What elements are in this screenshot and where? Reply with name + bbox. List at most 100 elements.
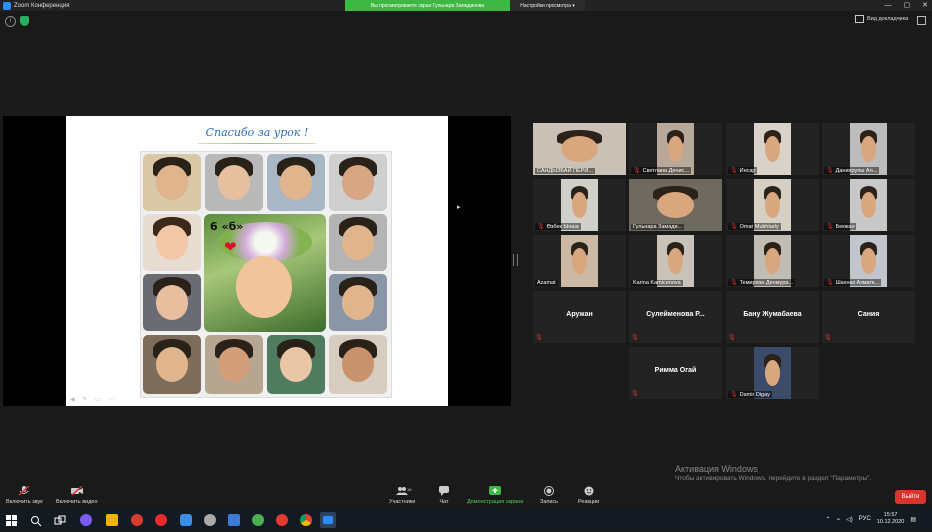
view-options-button[interactable]: Настройки просмотра ▾ (510, 0, 585, 11)
info-icon[interactable]: i (5, 16, 16, 27)
app-icon[interactable] (228, 514, 240, 526)
participant-video (754, 123, 791, 175)
view-options-label: Настройки просмотра (520, 2, 571, 9)
participant-name: Azamat (535, 280, 558, 286)
participant-name-text: Бекжан (835, 223, 855, 230)
heart-icon: ❤ (224, 239, 237, 256)
participant-tile[interactable]: Сания 🎙 (822, 291, 915, 343)
shield-icon[interactable] (20, 16, 29, 26)
unmute-button[interactable]: Включить звук (6, 485, 43, 505)
reactions-button[interactable]: Реакции (578, 486, 599, 505)
participant-name: 🎙 Даниярулы Ал... (824, 167, 880, 174)
chrome-icon[interactable] (300, 514, 312, 526)
muted-mic-icon: 🎙 (730, 280, 738, 286)
reactions-label: Реакции (578, 499, 600, 505)
start-video-label: Включить видео (56, 499, 98, 505)
student-photo (329, 274, 387, 331)
participant-name: 🎙 Damir Digay (728, 391, 772, 398)
activation-title: Активация Windows (675, 464, 758, 474)
speaker-view-button[interactable]: Вид докладчика (855, 15, 908, 23)
settings-icon[interactable] (204, 514, 216, 526)
app-icon[interactable] (80, 514, 92, 526)
chevron-up-icon[interactable]: ⌃ (826, 516, 831, 523)
app-icon[interactable] (106, 514, 118, 526)
windows-start-icon[interactable] (6, 514, 18, 526)
opera-icon[interactable] (276, 514, 288, 526)
student-photo (329, 214, 387, 271)
zoom-taskbar-icon[interactable] (320, 512, 336, 528)
student-photo (329, 154, 387, 211)
participant-tile[interactable]: Сулейменова Р... 🎙 (629, 291, 722, 343)
cursor-icon: ▸ (457, 204, 461, 211)
student-photo (143, 154, 201, 211)
video-off-icon (70, 485, 83, 496)
muted-mic-icon: 🎙 (730, 224, 738, 230)
participant-tile[interactable]: Аружан 🎙 (533, 291, 626, 343)
participant-tile[interactable]: САНДЫЗБАЙ ПЕРИ... (533, 123, 626, 175)
participant-name-text: Шахназ Азматк... (835, 279, 879, 286)
activation-subtitle: Чтобы активировать Windows, перейдите в … (675, 475, 872, 482)
participant-tile[interactable]: 🎙 Damir Digay (726, 347, 819, 399)
title-underline (198, 143, 316, 144)
chat-button[interactable]: Чат (438, 486, 450, 505)
participant-name: САНДЫЗБАЙ ПЕРИ... (535, 168, 595, 174)
participants-button[interactable]: 18 Участники (389, 486, 415, 505)
student-photo (205, 154, 263, 211)
participant-name: 🎙 Бекжан (824, 223, 857, 230)
muted-mic-icon: 🎙 (631, 335, 639, 341)
slide-title: Спасибо за урок ! (205, 126, 309, 139)
presentation-slide: Спасибо за урок ! 6 «б» ❤ ◀ ✎ ▭ ⋯ (66, 116, 448, 406)
volume-icon[interactable]: ◁) (846, 516, 853, 523)
participant-name-text: Karina Kamicenova (633, 280, 681, 286)
search-icon[interactable] (30, 514, 42, 527)
muted-mic-icon: 🎙 (631, 391, 639, 397)
share-screen-label: Демонстрация экрана (467, 499, 524, 505)
clock[interactable]: 15:57 10.12.2020 (877, 512, 905, 526)
yandex-icon[interactable] (155, 514, 167, 526)
leave-button[interactable]: Выйти (895, 490, 926, 504)
participant-tile[interactable]: Бану Жумабаева 🎙 (726, 291, 819, 343)
participant-tile[interactable]: Римма Огай 🎙 (629, 347, 722, 399)
fullscreen-icon[interactable] (917, 16, 926, 25)
participant-tile[interactable]: 🎙 Omar Mukhtarly (726, 179, 819, 231)
minimize-button[interactable]: — (885, 0, 892, 11)
maximize-button[interactable]: ▢ (904, 0, 911, 11)
app-icon[interactable] (131, 514, 143, 526)
reactions-icon (583, 486, 595, 496)
participant-tile[interactable]: 🎙 Даниярулы Ал... (822, 123, 915, 175)
participant-tile[interactable]: 🎙 Өзбек Ынша (533, 179, 626, 231)
participant-tile[interactable]: Гульнара Замади... (629, 179, 722, 231)
participant-tile[interactable]: Karina Kamicenova (629, 235, 722, 287)
close-button[interactable]: ✕ (922, 0, 928, 11)
participants-icon: 18 (396, 486, 412, 496)
windows-taskbar: ⌃ ⌁ ◁) РУС 15:57 10.12.2020 ▤ (0, 510, 932, 530)
slide-nav-controls[interactable]: ◀ ✎ ▭ ⋯ (70, 396, 117, 403)
start-video-button[interactable]: Включить видео (56, 485, 98, 505)
participant-tile[interactable]: Azamat (533, 235, 626, 287)
muted-mic-icon: 🎙 (826, 224, 834, 230)
app-icon[interactable] (180, 514, 192, 526)
app-icon[interactable] (252, 514, 264, 526)
language-indicator[interactable]: РУС (859, 516, 871, 522)
class-label: 6 «б» (210, 220, 244, 233)
participant-tile[interactable]: 🎙 Шахназ Азматк... (822, 235, 915, 287)
participant-tile[interactable]: 🎙 Бекжан (822, 179, 915, 231)
muted-mic-icon: 🎙 (537, 224, 545, 230)
participant-tile[interactable]: 🎙 Светлана Денис... (629, 123, 722, 175)
window-title: Zoom Конференция (14, 2, 70, 9)
network-icon[interactable]: ⌁ (837, 516, 841, 523)
task-view-icon[interactable] (54, 514, 66, 526)
participant-tile[interactable]: 🎙 Темирхан Денмура... (726, 235, 819, 287)
record-button[interactable]: Запись (540, 486, 558, 505)
participants-count: 18 (407, 487, 412, 492)
panel-splitter[interactable] (513, 254, 518, 266)
share-screen-button[interactable]: Демонстрация экрана (467, 486, 523, 505)
participant-name-text: Сания (857, 311, 880, 318)
notifications-icon[interactable]: ▤ (910, 516, 916, 523)
share-screen-icon (489, 486, 502, 496)
teacher-photo: 6 «б» ❤ (204, 214, 326, 332)
participant-name: Гульнара Замади... (631, 224, 685, 230)
student-photo (143, 274, 201, 331)
participant-tile[interactable]: 🎙 Инсар (726, 123, 819, 175)
participant-name: 🎙 Өзбек Ынша (535, 223, 581, 230)
